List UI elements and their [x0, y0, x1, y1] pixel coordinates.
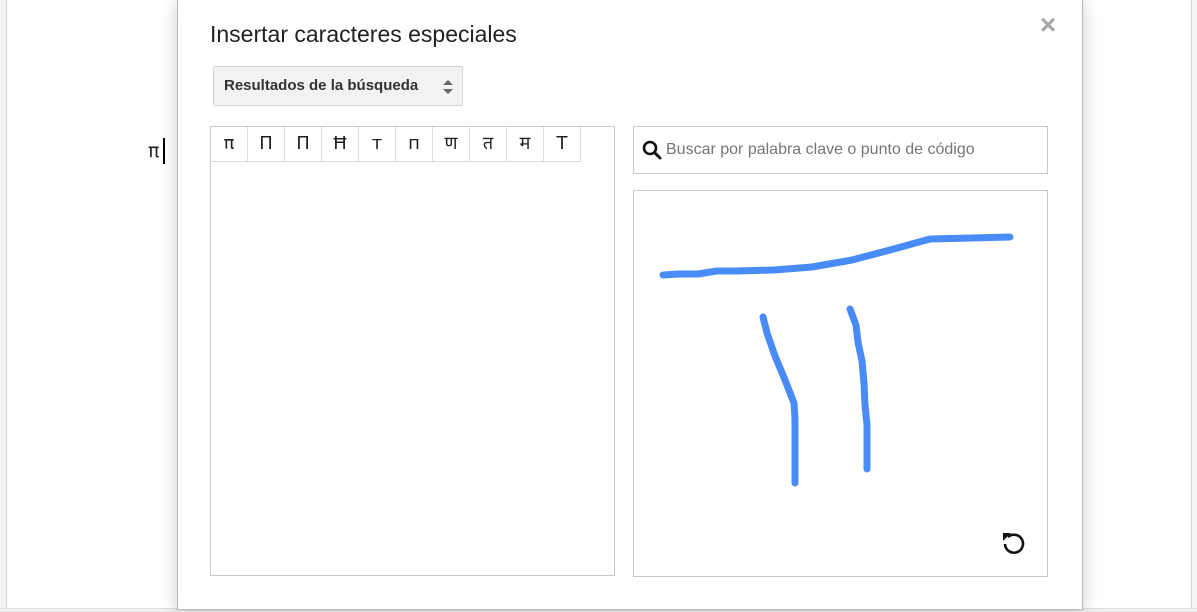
select-arrows-icon — [443, 80, 453, 94]
page-right-edge — [1191, 0, 1197, 611]
character-cell[interactable]: п — [396, 127, 433, 162]
results-panel: πΠПĦтпणतमT — [210, 126, 615, 576]
character-cell[interactable]: т — [359, 127, 396, 162]
character-cell[interactable]: П — [285, 127, 322, 162]
character-cell[interactable]: त — [470, 127, 507, 162]
text-cursor — [163, 138, 165, 164]
category-select[interactable]: Resultados de la búsqueda — [213, 66, 463, 106]
character-cell[interactable]: ण — [433, 127, 470, 162]
character-cell[interactable]: T — [544, 127, 581, 162]
page-left-edge — [0, 0, 7, 611]
special-characters-dialog: Insertar caracteres especiales × Resulta… — [177, 0, 1083, 610]
search-box — [633, 126, 1048, 174]
undo-icon[interactable] — [1000, 528, 1028, 556]
character-cell[interactable]: म — [507, 127, 544, 162]
category-select-label: Resultados de la búsqueda — [224, 77, 419, 94]
dialog-title: Insertar caracteres especiales — [210, 21, 517, 47]
search-input[interactable] — [666, 133, 1036, 167]
character-cell[interactable]: π — [211, 127, 248, 162]
character-results-row: πΠПĦтпणतमT — [211, 127, 581, 162]
search-icon — [642, 140, 662, 160]
character-cell[interactable]: Ħ — [322, 127, 359, 162]
character-cell[interactable]: Π — [248, 127, 285, 162]
close-icon[interactable]: × — [1036, 11, 1060, 39]
handwriting-strokes — [659, 233, 1014, 487]
stroke-right-vertical — [846, 305, 871, 473]
document-text[interactable]: π — [148, 139, 159, 163]
drawing-area[interactable] — [633, 190, 1048, 577]
stroke-horizontal — [659, 233, 1014, 279]
stroke-left-vertical — [759, 313, 799, 487]
